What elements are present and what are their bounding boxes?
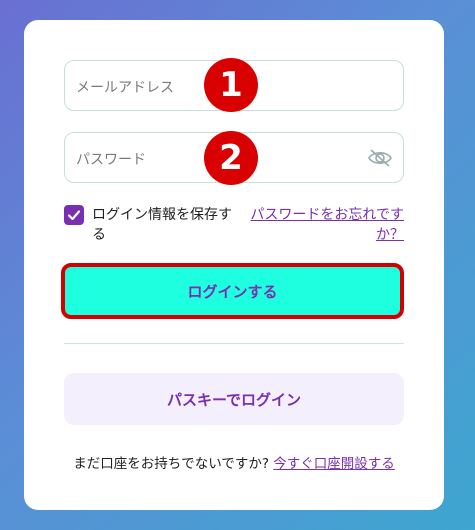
forgot-password-link[interactable]: パスワードをお忘れですか？ [246, 205, 404, 245]
remember-me[interactable]: ログイン情報を保存する [64, 205, 244, 245]
login-button[interactable]: ログインする [61, 263, 404, 319]
password-placeholder: パスワード [76, 152, 146, 168]
login-card: メールアドレス 1 パスワード 2 ログイン情報を保存する パスワードをお忘れで… [24, 20, 444, 510]
email-placeholder: メールアドレス [76, 80, 174, 96]
step-2-badge: 2 [204, 131, 258, 185]
signup-prompt: まだ口座をお持ちでないですか? 今すぐ口座開設する [24, 452, 444, 472]
checkmark-icon[interactable] [64, 205, 84, 225]
divider [64, 343, 404, 344]
eye-off-icon[interactable] [367, 147, 393, 169]
remember-label: ログイン情報を保存する [92, 207, 232, 243]
signup-link[interactable]: 今すぐ口座開設する [273, 456, 395, 472]
passkey-login-button[interactable]: パスキーでログイン [64, 373, 404, 425]
signup-prompt-text: まだ口座をお持ちでないですか? [73, 456, 269, 472]
step-1-badge: 1 [204, 58, 258, 112]
